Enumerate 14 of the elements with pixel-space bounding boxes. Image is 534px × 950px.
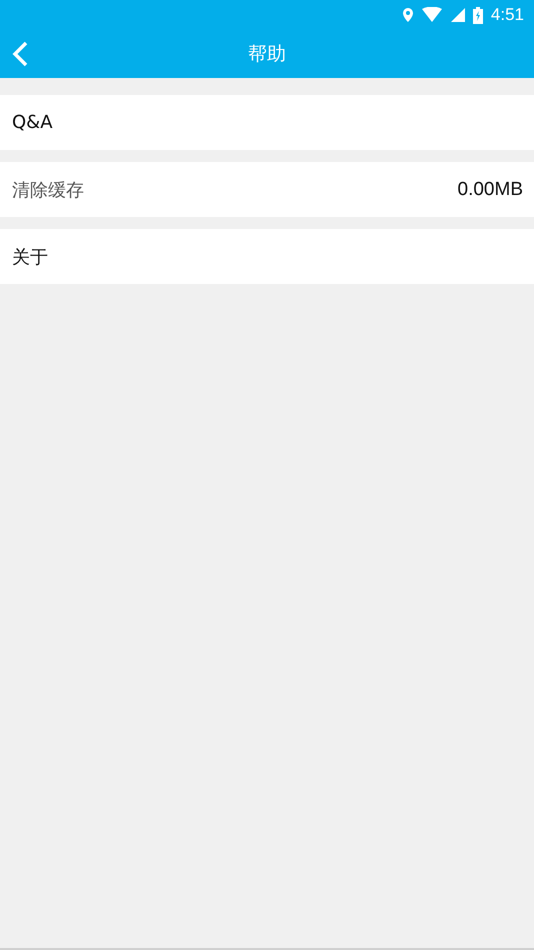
menu-item[interactable]: 清除缓存 0.00MB xyxy=(0,162,534,217)
menu-item[interactable]: Q&A xyxy=(0,95,534,150)
signal-icon xyxy=(450,7,465,23)
status-time: 4:51 xyxy=(490,5,524,25)
item-label: Q&A xyxy=(12,112,53,133)
item-value: 0.00MB xyxy=(458,178,523,200)
battery-icon xyxy=(472,6,483,24)
item-label: 关于 xyxy=(12,246,48,268)
menu-item[interactable]: 关于 xyxy=(0,229,534,284)
location-icon xyxy=(402,7,414,23)
item-label: 清除缓存 xyxy=(12,178,84,202)
back-icon[interactable] xyxy=(10,40,30,68)
page-title: 帮助 xyxy=(248,42,286,67)
wifi-icon xyxy=(422,7,442,23)
